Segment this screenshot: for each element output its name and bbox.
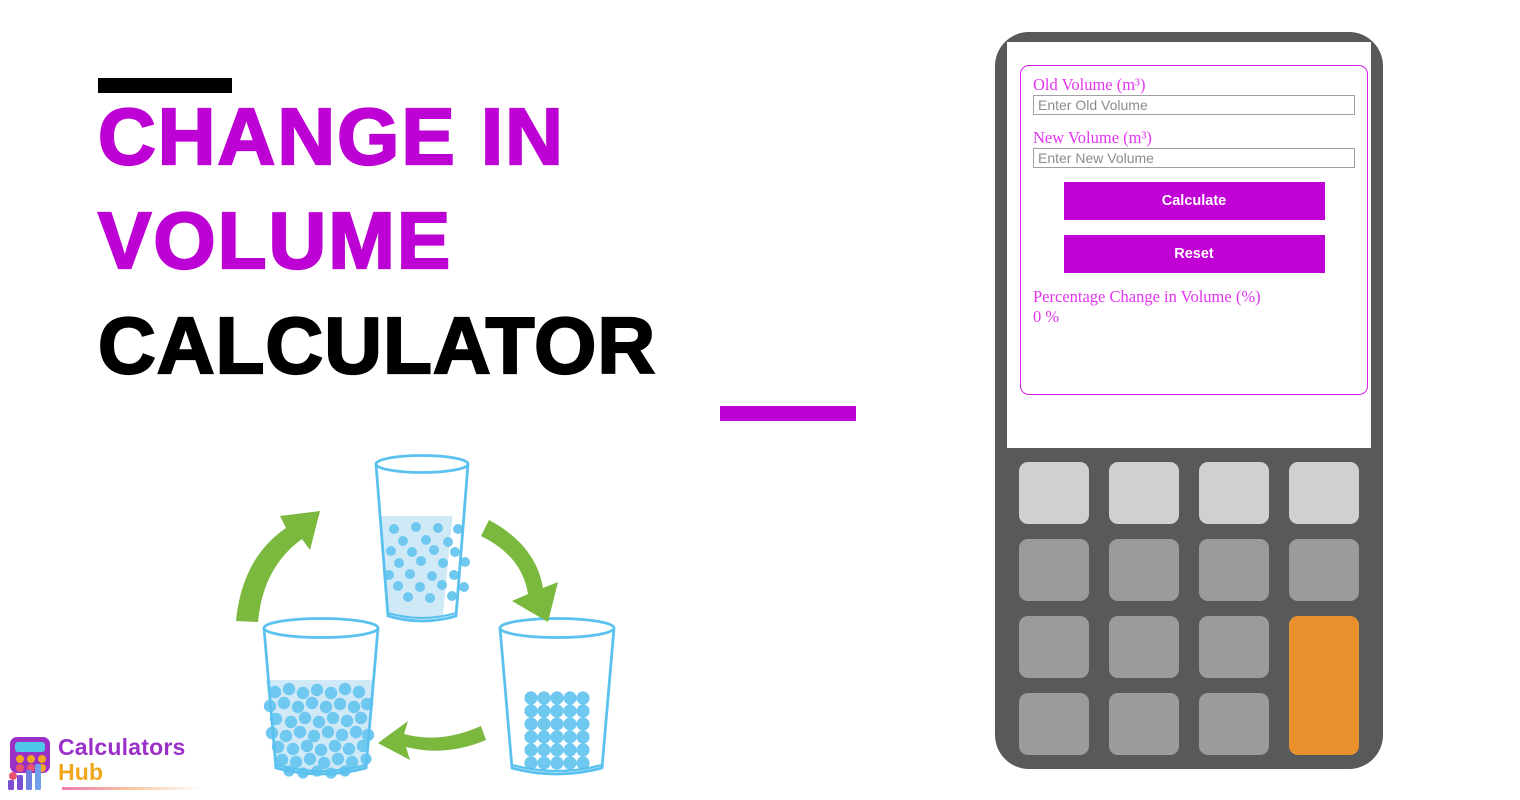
keypad-key-r1c3[interactable] [1199, 462, 1269, 524]
old-volume-label: Old Volume (m³) [1033, 75, 1146, 94]
brand-name-part2: Hub [58, 759, 104, 785]
new-volume-input[interactable] [1033, 148, 1355, 168]
keypad-key-r3c2[interactable] [1109, 616, 1179, 678]
keypad-key-equals[interactable] [1289, 616, 1359, 755]
decorative-rule-bottom [720, 406, 856, 421]
beaker-gas-top [374, 454, 470, 623]
volume-change-form: Old Volume (m³) New Volume (m³) Calculat… [1020, 65, 1368, 395]
keypad-key-r1c4[interactable] [1289, 462, 1359, 524]
calculator-device: Old Volume (m³) New Volume (m³) Calculat… [995, 32, 1383, 769]
title-line-1: CHANGE IN [97, 92, 565, 181]
keypad-key-r2c1[interactable] [1019, 539, 1089, 601]
keypad-key-r2c3[interactable] [1199, 539, 1269, 601]
title-line-2: VOLUME [97, 195, 453, 285]
keypad-key-r2c2[interactable] [1109, 539, 1179, 601]
beaker-solid-right [498, 617, 616, 776]
page-title: CHANGE IN VOLUME CALCULATOR [97, 92, 918, 391]
calculator-chart-logo-icon [6, 735, 58, 791]
calculator-screen: Old Volume (m³) New Volume (m³) Calculat… [1007, 42, 1371, 448]
page-root: CHANGE IN VOLUME CALCULATOR Calculators … [0, 0, 1520, 800]
keypad-key-r2c4[interactable] [1289, 539, 1359, 601]
title-line-3: CALCULATOR [97, 301, 657, 391]
result-value: 0 % [1033, 307, 1060, 326]
calculate-button[interactable]: Calculate [1063, 182, 1325, 220]
keypad-key-r3c1[interactable] [1019, 616, 1089, 678]
keypad-key-r4c1[interactable] [1019, 693, 1089, 755]
brand-logo-underline [62, 787, 200, 790]
decorative-rule-top [98, 78, 232, 93]
beaker-cycle-illustration [236, 430, 666, 790]
new-volume-label: New Volume (m³) [1033, 128, 1152, 147]
keypad-key-r1c1[interactable] [1019, 462, 1089, 524]
brand-name-part1: Calculators [58, 734, 186, 760]
keypad-key-r4c3[interactable] [1199, 693, 1269, 755]
calculator-keypad [1019, 462, 1359, 755]
keypad-key-r1c2[interactable] [1109, 462, 1179, 524]
field-spacer [1033, 115, 1355, 128]
result-label: Percentage Change in Volume (%) [1033, 287, 1261, 306]
keypad-key-r3c3[interactable] [1199, 616, 1269, 678]
form-actions: Calculate Reset [1033, 182, 1355, 273]
brand-logo-text: Calculators Hub [58, 735, 185, 785]
old-volume-input[interactable] [1033, 95, 1355, 115]
beaker-liquid-left [262, 617, 380, 779]
hero-section: CHANGE IN VOLUME CALCULATOR Calculators … [0, 0, 960, 800]
keypad-key-r4c2[interactable] [1109, 693, 1179, 755]
brand-logo[interactable]: Calculators Hub [6, 733, 206, 795]
reset-button[interactable]: Reset [1063, 235, 1325, 273]
result-section: Percentage Change in Volume (%) 0 % [1033, 287, 1355, 327]
